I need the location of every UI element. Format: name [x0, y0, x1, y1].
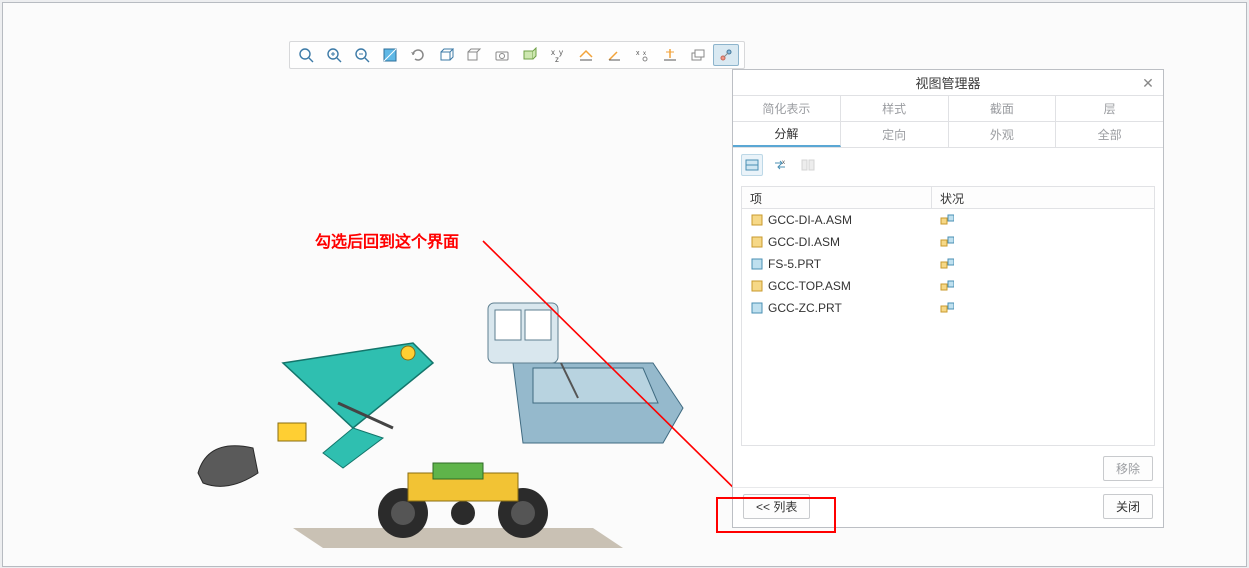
svg-text:x: x — [643, 51, 646, 57]
remove-button[interactable]: 移除 — [1103, 456, 1153, 481]
zoom-fit-icon[interactable] — [293, 44, 319, 66]
col-status[interactable]: 状况 — [932, 187, 1154, 208]
tab-appearance[interactable]: 外观 — [949, 122, 1057, 147]
csys-icon[interactable]: xx — [629, 44, 655, 66]
canvas-area[interactable]: xyz xx — [2, 2, 1247, 567]
svg-text:x: x — [782, 160, 785, 166]
datum-icon[interactable] — [517, 44, 543, 66]
tab-orient[interactable]: 定向 — [841, 122, 949, 147]
part-icon — [750, 257, 764, 271]
tabs-row-2: 分解 定向 外观 全部 — [733, 122, 1163, 148]
table-row[interactable]: FS-5.PRT — [742, 253, 1154, 275]
layer-icon[interactable] — [685, 44, 711, 66]
table-row[interactable]: GCC-TOP.ASM — [742, 275, 1154, 297]
view-toolbar: xyz xx — [289, 41, 745, 69]
table-row[interactable]: GCC-ZC.PRT — [742, 297, 1154, 319]
model-view[interactable] — [183, 268, 723, 558]
svg-text:z: z — [555, 55, 559, 63]
box-icon[interactable] — [433, 44, 459, 66]
part-icon — [750, 301, 764, 315]
assembly-icon — [750, 235, 764, 249]
row-name: GCC-ZC.PRT — [768, 301, 842, 315]
status-icon — [940, 235, 954, 249]
status-icon — [940, 213, 954, 227]
view-icon[interactable] — [741, 154, 763, 176]
tab-section[interactable]: 截面 — [949, 96, 1057, 121]
svg-text:x: x — [636, 50, 640, 57]
repaint-icon[interactable] — [377, 44, 403, 66]
explode-icon[interactable] — [713, 44, 739, 66]
dialog-title-text: 视图管理器 — [915, 73, 980, 92]
camera-icon[interactable] — [489, 44, 515, 66]
zoom-out-icon[interactable] — [349, 44, 375, 66]
row-name: GCC-TOP.ASM — [768, 279, 851, 293]
view-manager-dialog: 视图管理器 ✕ 简化表示 样式 截面 层 分解 定向 外观 全部 x — [732, 69, 1164, 528]
close-icon[interactable]: ✕ — [1139, 74, 1157, 92]
status-icon — [940, 257, 954, 271]
list-button[interactable]: << 列表 — [743, 494, 810, 519]
dialog-footer-1: 移除 — [733, 450, 1163, 487]
item-list: 项 状况 GCC-DI-A.ASM GCC-DI.ASM FS-5.PRT GCC-T… — [741, 186, 1155, 446]
svg-text:y: y — [559, 48, 563, 57]
dialog-footer-2: << 列表 关闭 — [733, 487, 1163, 527]
status-icon — [940, 279, 954, 293]
status-icon — [940, 301, 954, 315]
row-name: FS-5.PRT — [768, 257, 821, 271]
tab-explode[interactable]: 分解 — [733, 122, 841, 147]
tab-layer[interactable]: 层 — [1056, 96, 1163, 121]
list-body[interactable]: GCC-DI-A.ASM GCC-DI.ASM FS-5.PRT GCC-TOP.AS… — [742, 209, 1154, 445]
zoom-in-icon[interactable] — [321, 44, 347, 66]
col-item[interactable]: 项 — [742, 187, 932, 208]
tab-simplified-rep[interactable]: 简化表示 — [733, 96, 841, 121]
annotation-text-1: 勾选后回到这个界面 — [315, 228, 459, 252]
tabs-row-1: 简化表示 样式 截面 层 — [733, 96, 1163, 122]
row-name: GCC-DI-A.ASM — [768, 213, 852, 227]
row-name: GCC-DI.ASM — [768, 235, 840, 249]
table-row[interactable]: GCC-DI.ASM — [742, 231, 1154, 253]
point-icon[interactable] — [601, 44, 627, 66]
assembly-icon — [750, 279, 764, 293]
orient-icon[interactable] — [461, 44, 487, 66]
axis-icon[interactable]: xyz — [545, 44, 571, 66]
swap-icon[interactable]: x — [769, 154, 791, 176]
display-icon[interactable] — [797, 154, 819, 176]
close-button[interactable]: 关闭 — [1103, 494, 1153, 519]
note-icon[interactable] — [657, 44, 683, 66]
dialog-title: 视图管理器 ✕ — [733, 70, 1163, 96]
assembly-icon — [750, 213, 764, 227]
tab-style[interactable]: 样式 — [841, 96, 949, 121]
table-row[interactable]: GCC-DI-A.ASM — [742, 209, 1154, 231]
plane-icon[interactable] — [573, 44, 599, 66]
dialog-icon-row: x — [733, 148, 1163, 182]
tab-all[interactable]: 全部 — [1056, 122, 1163, 147]
spin-icon[interactable] — [405, 44, 431, 66]
list-header: 项 状况 — [742, 187, 1154, 209]
